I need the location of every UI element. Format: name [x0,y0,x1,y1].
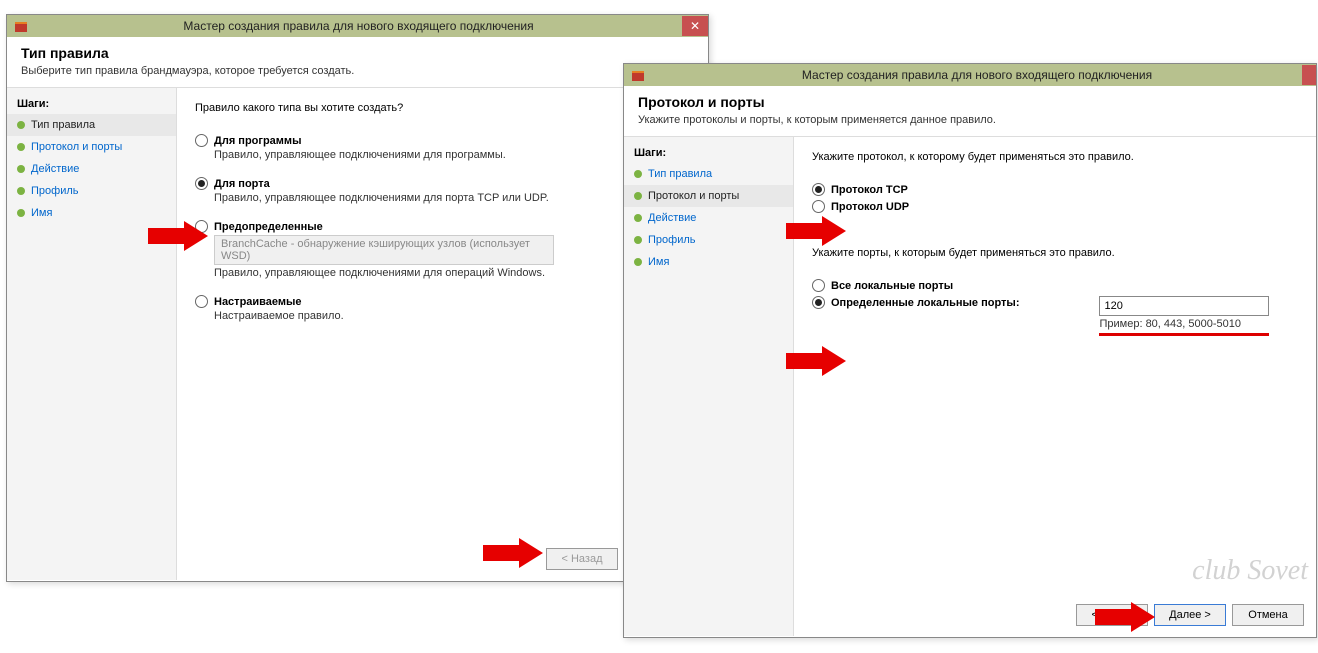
step-dot-icon [634,236,642,244]
radio-tcp-label: Протокол TCP [831,184,908,196]
radio-program-label: Для программы [214,135,301,147]
titlebar: Мастер создания правила для нового входя… [7,15,708,37]
step-label: Действие [648,212,696,224]
wizard-body: Шаги: Тип правила Протокол и порты Дейст… [7,88,708,580]
step-dot-icon [17,165,25,173]
steps-sidebar: Шаги: Тип правила Протокол и порты Дейст… [624,137,794,636]
step-dot-icon [17,121,25,129]
step-rule-type[interactable]: Тип правила [624,163,793,185]
radio-port[interactable] [195,177,208,190]
step-label: Тип правила [648,168,712,180]
step-action[interactable]: Действие [7,158,176,180]
page-subtitle: Выберите тип правила брандмауэра, которо… [21,65,694,77]
annotation-underline [1099,333,1269,336]
radio-custom[interactable] [195,295,208,308]
radio-all-ports-label: Все локальные порты [831,280,953,292]
option-port: Для порта Правило, управляющее подключен… [195,177,690,204]
content-prompt: Правило какого типа вы хотите создать? [195,102,690,114]
step-rule-type[interactable]: Тип правила [7,114,176,136]
step-name[interactable]: Имя [624,251,793,273]
titlebar: Мастер создания правила для нового входя… [624,64,1316,86]
page-title: Тип правила [21,45,694,61]
radio-all-ports[interactable] [812,279,825,292]
radio-specific-ports[interactable] [812,296,825,309]
step-label: Профиль [648,234,696,246]
steps-heading: Шаги: [624,143,793,163]
ports-input[interactable] [1099,296,1269,316]
radio-custom-label: Настраиваемые [214,296,302,308]
radio-predefined-label: Предопределенные [214,221,323,233]
option-all-ports: Все локальные порты [812,279,1298,292]
ports-example: Пример: 80, 443, 5000-5010 [1099,318,1269,330]
wizard-content: Укажите протокол, к которому будет приме… [794,137,1316,636]
ports-prompt: Укажите порты, к которым будет применять… [812,247,1298,259]
radio-udp[interactable] [812,200,825,213]
step-dot-icon [634,258,642,266]
radio-predefined-desc: Правило, управляющее подключениями для о… [214,267,690,279]
radio-program-desc: Правило, управляющее подключениями для п… [214,149,690,161]
window-title: Мастер создания правила для нового входя… [35,19,682,33]
step-profile[interactable]: Профиль [624,229,793,251]
page-subtitle: Укажите протоколы и порты, к которым при… [638,114,1302,126]
option-custom: Настраиваемые Настраиваемое правило. [195,295,690,322]
step-profile[interactable]: Профиль [7,180,176,202]
firewall-icon [13,18,29,34]
wizard-window-rule-type: Мастер создания правила для нового входя… [6,14,709,582]
predefined-combo: BranchCache - обнаружение кэширующих узл… [214,235,554,265]
cancel-button[interactable]: Отмена [1232,604,1304,626]
radio-tcp[interactable] [812,183,825,196]
step-label: Протокол и порты [31,141,122,153]
steps-heading: Шаги: [7,94,176,114]
step-dot-icon [634,170,642,178]
radio-udp-label: Протокол UDP [831,201,909,213]
steps-sidebar: Шаги: Тип правила Протокол и порты Дейст… [7,88,177,580]
option-predefined: Предопределенные BranchCache - обнаружен… [195,220,690,279]
step-label: Имя [648,256,669,268]
step-label: Тип правила [31,119,95,131]
radio-port-desc: Правило, управляющее подключениями для п… [214,192,690,204]
window-title: Мастер создания правила для нового входя… [652,68,1302,82]
wizard-footer: < Назад Далее > Отмена [1076,604,1304,626]
radio-program[interactable] [195,134,208,147]
step-name[interactable]: Имя [7,202,176,224]
radio-port-label: Для порта [214,178,270,190]
option-udp: Протокол UDP [812,200,1298,213]
step-label: Имя [31,207,52,219]
back-button[interactable]: < Назад [1076,604,1148,626]
protocol-prompt: Укажите протокол, к которому будет приме… [812,151,1298,163]
step-dot-icon [17,187,25,195]
step-dot-icon [634,214,642,222]
wizard-body: Шаги: Тип правила Протокол и порты Дейст… [624,137,1316,636]
step-dot-icon [17,143,25,151]
radio-predefined[interactable] [195,220,208,233]
page-title: Протокол и порты [638,94,1302,110]
step-label: Действие [31,163,79,175]
radio-custom-desc: Настраиваемое правило. [214,310,690,322]
wizard-window-protocol-ports: Мастер создания правила для нового входя… [623,63,1317,638]
close-button[interactable] [1302,65,1316,85]
next-button[interactable]: Далее > [1154,604,1226,626]
step-label: Профиль [31,185,79,197]
close-button[interactable]: ✕ [682,16,708,36]
option-program: Для программы Правило, управляющее подкл… [195,134,690,161]
radio-specific-ports-label: Определенные локальные порты: [831,297,1019,309]
wizard-header: Тип правила Выберите тип правила брандма… [7,37,708,88]
option-tcp: Протокол TCP [812,183,1298,196]
step-label: Протокол и порты [648,190,739,202]
step-protocol-ports[interactable]: Протокол и порты [624,185,793,207]
option-specific-ports: Определенные локальные порты: Пример: 80… [812,296,1298,336]
wizard-header: Протокол и порты Укажите протоколы и пор… [624,86,1316,137]
back-button[interactable]: < Назад [546,548,618,570]
step-dot-icon [634,192,642,200]
firewall-icon [630,67,646,83]
step-action[interactable]: Действие [624,207,793,229]
step-protocol-ports[interactable]: Протокол и порты [7,136,176,158]
step-dot-icon [17,209,25,217]
